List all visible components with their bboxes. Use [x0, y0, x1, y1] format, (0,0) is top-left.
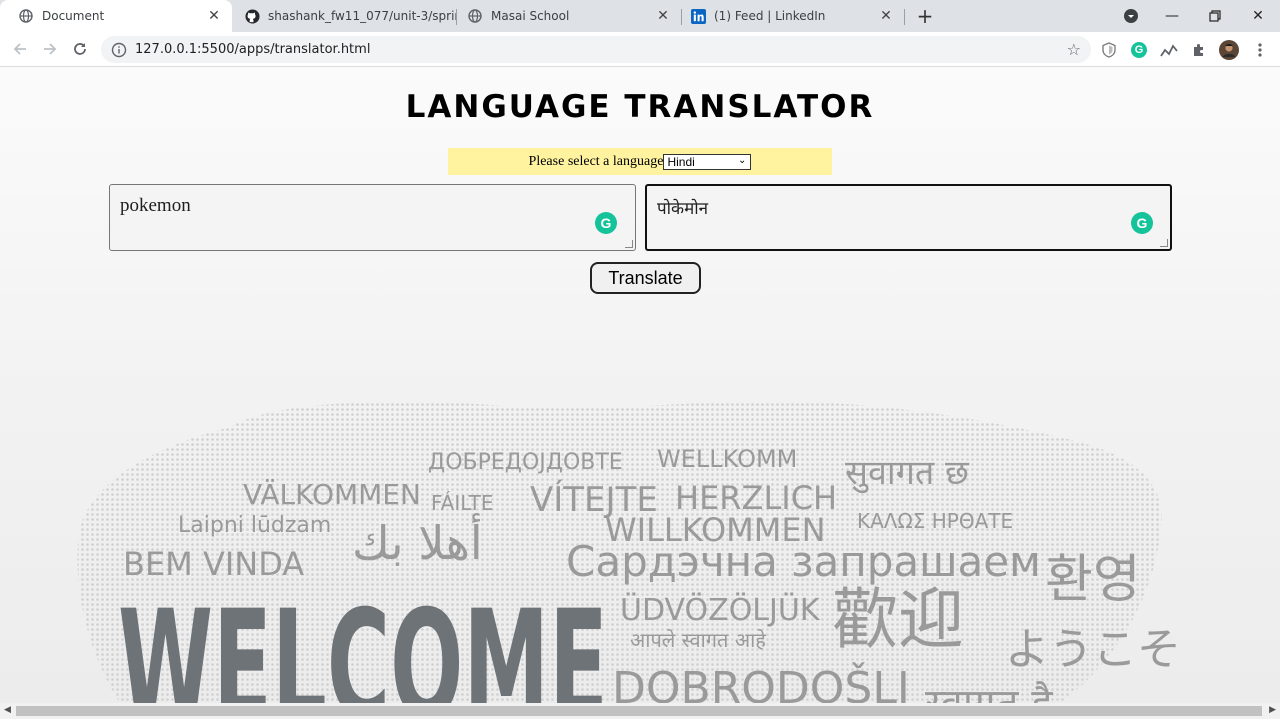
bg-word: Laipni lūdzam: [178, 513, 331, 538]
translate-button[interactable]: Translate: [590, 262, 701, 294]
restore-icon: [1209, 10, 1221, 22]
tab-masai[interactable]: Masai School ✕: [457, 0, 681, 32]
scroll-left-icon[interactable]: ◀: [4, 705, 11, 715]
bg-word: सुवागत छ: [845, 453, 970, 494]
close-tab-icon[interactable]: ✕: [878, 8, 894, 24]
bookmark-star-icon[interactable]: ☆: [1067, 40, 1081, 59]
close-tab-icon[interactable]: ✕: [655, 8, 671, 24]
resize-handle[interactable]: [625, 240, 633, 248]
grammarly-icon[interactable]: G: [1131, 212, 1153, 234]
bg-word: VÄLKOMMEN: [243, 478, 421, 511]
back-button[interactable]: [9, 38, 31, 60]
close-tab-icon[interactable]: ✕: [206, 8, 222, 24]
bg-word: स्वागत है: [925, 681, 1053, 703]
tab-title: shashank_fw11_077/unit-3/sprint: [268, 9, 456, 23]
resize-handle[interactable]: [1160, 239, 1168, 247]
horizontal-scrollbar[interactable]: ◀ ▶: [0, 703, 1280, 719]
bg-word: ÜDVÖZÖLJÜK: [620, 592, 821, 628]
new-tab-button[interactable]: +: [914, 6, 936, 28]
close-window-button[interactable]: ✕: [1236, 0, 1280, 32]
bg-word: FÁILTE: [431, 491, 494, 515]
info-icon: [111, 42, 127, 57]
browser-menu-icon[interactable]: [1250, 40, 1270, 60]
source-text: pokemon: [120, 195, 191, 216]
forward-arrow-icon: [44, 43, 57, 55]
url-text: 127.0.0.1:5500/apps/translator.html: [135, 42, 371, 57]
tab-bar: Document ✕ shashank_fw11_077/unit-3/spri…: [0, 0, 1280, 32]
scrollbar-thumb[interactable]: [16, 706, 1262, 716]
bg-word: ДОБРЕДОЈДОВТЕ: [428, 450, 623, 475]
scroll-right-icon[interactable]: ▶: [1269, 705, 1276, 715]
bg-word: أهلا بك: [352, 513, 483, 570]
language-selector-bar: Please select a language Hindi ⌄: [448, 148, 832, 175]
profile-avatar[interactable]: [1219, 40, 1239, 60]
bg-word: Сардэчна запрашаем: [566, 537, 1041, 586]
bg-word: WELLKOMM: [657, 445, 797, 473]
grammarly-icon[interactable]: G: [595, 212, 617, 234]
language-select[interactable]: Hindi ⌄: [663, 153, 752, 170]
bg-word: 歡迎: [832, 581, 964, 658]
puzzle-extensions-icon[interactable]: [1189, 40, 1209, 60]
tab-title: (1) Feed | LinkedIn: [714, 9, 826, 23]
tab-title: Document: [42, 9, 105, 23]
reload-button[interactable]: [69, 38, 91, 60]
github-icon: [244, 8, 260, 24]
minimize-button[interactable]: —: [1150, 0, 1194, 32]
restore-button[interactable]: [1193, 0, 1237, 32]
tab-document[interactable]: Document ✕: [0, 0, 232, 32]
grammarly-extension-icon[interactable]: G: [1129, 40, 1149, 60]
browser-toolbar: 127.0.0.1:5500/apps/translator.html ☆ G: [0, 32, 1280, 67]
bg-word: BEM VINDA: [123, 545, 304, 583]
page-title: LANGUAGE TRANSLATOR: [405, 89, 875, 125]
chevron-down-icon: ⌄: [738, 154, 747, 166]
shield-icon[interactable]: [1099, 40, 1119, 60]
bg-word: ようこそ: [1005, 624, 1181, 675]
bg-word: ΚΑΛΩΣ ΗΡΘΑΤΕ: [857, 509, 1013, 533]
tab-title: Masai School: [491, 9, 570, 23]
translated-text-output[interactable]: पोकेमोन G: [645, 184, 1172, 251]
tab-search-button[interactable]: [1109, 0, 1153, 32]
globe-icon: [18, 8, 34, 24]
bg-word: 환영: [1045, 550, 1141, 610]
translated-text: पोकेमोन: [657, 199, 709, 219]
forward-button[interactable]: [39, 38, 61, 60]
analytics-extension-icon[interactable]: [1159, 40, 1179, 60]
selected-language: Hindi: [667, 154, 695, 169]
back-arrow-icon: [13, 43, 26, 55]
bg-word-welcome: WELCOME: [118, 579, 608, 703]
tab-separator: [904, 9, 905, 25]
page-content: ДОБРЕДОЈДОВТЕ WELLKOMM सुवागत छ VÄLKOMME…: [0, 67, 1280, 703]
reload-icon: [74, 43, 86, 55]
source-text-input[interactable]: pokemon G: [109, 184, 636, 251]
bg-word: आपले स्वागत आहे: [630, 628, 766, 652]
globe-icon: [467, 8, 483, 24]
linkedin-icon: [690, 8, 706, 24]
tab-linkedin[interactable]: (1) Feed | LinkedIn ✕: [682, 0, 904, 32]
language-select-label: Please select a language: [528, 153, 664, 169]
tab-github[interactable]: shashank_fw11_077/unit-3/sprint: [232, 0, 456, 32]
address-bar[interactable]: 127.0.0.1:5500/apps/translator.html ☆: [101, 36, 1091, 63]
chevron-down-icon: [1124, 9, 1138, 23]
bg-word: DOBRODOŠLI: [612, 661, 910, 703]
